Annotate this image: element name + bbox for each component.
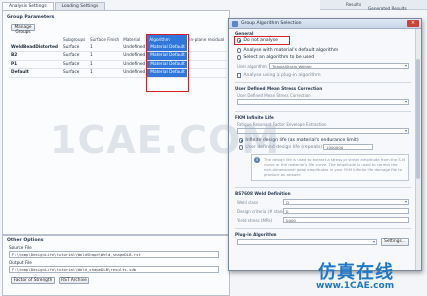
table-row[interactable]: Default Surface 1 Undefined Material Def… [9, 68, 228, 78]
generated-results-item[interactable]: Generated Results [368, 6, 407, 11]
algorithm-column-highlight [146, 34, 189, 92]
weld-class-select[interactable]: D [283, 199, 409, 205]
residual-cell[interactable] [187, 51, 228, 61]
dialog-scroll-thumb[interactable] [416, 59, 420, 179]
plugin-select[interactable] [237, 239, 377, 245]
surface-finish-cell[interactable]: 1 [88, 68, 122, 78]
settings-button[interactable]: Settings... [381, 238, 409, 246]
results-folder-item[interactable]: Results [346, 2, 361, 7]
design-life-input[interactable]: 1000000 [323, 144, 373, 150]
user-algorithm-label: User algorithm [237, 64, 267, 69]
design-criteria-input[interactable]: 0 [283, 208, 409, 214]
source-file-label: Source File [9, 245, 32, 250]
residual-cell[interactable] [187, 60, 228, 69]
other-options-panel: Other Options Source File F:\temp\Design… [2, 235, 230, 296]
group-name: P1 [9, 60, 61, 69]
watermark-url: www.1CAE.com [316, 281, 395, 291]
factor-of-strength-button[interactable]: Factor of Strength [11, 277, 55, 284]
user-algorithm-select[interactable]: TriaxialStrain Wöhler [269, 63, 409, 69]
do-not-analyse-highlight [234, 36, 290, 45]
table-row[interactable]: B2 Surface 1 Undefined Material Default [9, 51, 228, 61]
group-name: B2 [9, 51, 61, 61]
group-name: WeldBeadDistorted [9, 43, 61, 52]
dialog-titlebar[interactable]: Group Algorithm Selection × [229, 19, 421, 29]
surface-finish-cell[interactable]: 1 [88, 60, 122, 69]
divider [235, 111, 411, 112]
mean-stress-title: User Defined Mean Stress Correction [235, 86, 323, 91]
option-plugin-analyse[interactable]: Analyse using a plug-in algorithm [237, 73, 321, 78]
subgroups-cell[interactable]: Surface [61, 51, 88, 61]
material-cell[interactable]: Undefined [121, 60, 148, 69]
option-select-algorithm[interactable]: Select an algorithm to be used [237, 55, 314, 60]
residual-cell[interactable] [187, 68, 228, 78]
residual-cell[interactable] [187, 43, 228, 52]
option-label: Analyse using a plug-in algorithm [243, 73, 321, 78]
groups-table: Subgroups Surface Finish Material Algori… [9, 35, 228, 78]
surface-finish-cell[interactable]: 1 [88, 43, 122, 52]
other-options-title: Other Options [7, 238, 44, 243]
column-residual[interactable]: In-plane residual [187, 35, 227, 43]
column-surface-finish[interactable]: Surface Finish [88, 35, 121, 43]
mean-stress-label: User Defined Mean Stress Correction [237, 93, 311, 98]
close-icon[interactable]: × [407, 20, 419, 27]
bs7608-title: BS7608 Weld Definition [235, 191, 291, 196]
column-subgroups[interactable]: Subgroups [61, 35, 88, 43]
mean-stress-select[interactable] [237, 99, 409, 105]
material-cell[interactable]: Undefined [121, 43, 148, 52]
plugin-title: Plug-in Algorithm [235, 232, 277, 237]
divider [235, 187, 411, 188]
column-material[interactable]: Material [121, 35, 147, 43]
subgroups-cell[interactable]: Surface [61, 60, 88, 69]
divider [235, 228, 411, 229]
yield-stress-input[interactable]: 0000 [283, 217, 409, 223]
option-label: Analyse with material's default algorith… [243, 48, 339, 53]
dialog-title: Group Algorithm Selection [241, 21, 302, 26]
radio-icon[interactable] [237, 48, 242, 53]
option-material-default[interactable]: Analyse with material's default algorith… [237, 48, 338, 53]
output-file-label: Output File [9, 260, 32, 265]
subgroups-cell[interactable]: Surface [61, 68, 88, 78]
output-file-field[interactable]: F:\temp\DesignLife\tutorial\Weld_shapeDL… [9, 266, 219, 273]
groups-table-header: Subgroups Surface Finish Material Algori… [9, 35, 227, 43]
yield-stress-label: Yield stress (MPa) [237, 218, 273, 223]
column-name [9, 35, 61, 43]
surface-finish-cell[interactable]: 1 [88, 51, 122, 61]
option-label: Select an algorithm to be used [243, 55, 315, 60]
material-cell[interactable]: Undefined [121, 68, 148, 78]
radio-icon[interactable] [237, 55, 242, 60]
divider [235, 82, 411, 83]
source-file-field[interactable]: F:\temp\DesignLife\tutorial\WeldShape\We… [9, 251, 219, 258]
table-row[interactable]: P1 Surface 1 Undefined Material Default [9, 60, 228, 69]
group-name: Default [9, 68, 61, 78]
material-cell[interactable]: Undefined [121, 51, 148, 61]
table-row[interactable]: WeldBeadDistorted Surface 1 Undefined Ma… [9, 43, 228, 52]
results-panel-header: Results Generated Results [320, 0, 427, 11]
manage-groups-button[interactable]: Manage Groups [11, 24, 35, 35]
checkbox-icon[interactable] [237, 73, 242, 78]
rst-archive-button[interactable]: RST Archive [59, 277, 89, 284]
group-parameters-title: Group Parameters [7, 15, 55, 20]
app-icon [232, 21, 238, 27]
watermark-center: 1CAE.COM [50, 118, 281, 162]
weld-class-label: Weld class [237, 200, 259, 205]
subgroups-cell[interactable]: Surface [61, 43, 88, 52]
